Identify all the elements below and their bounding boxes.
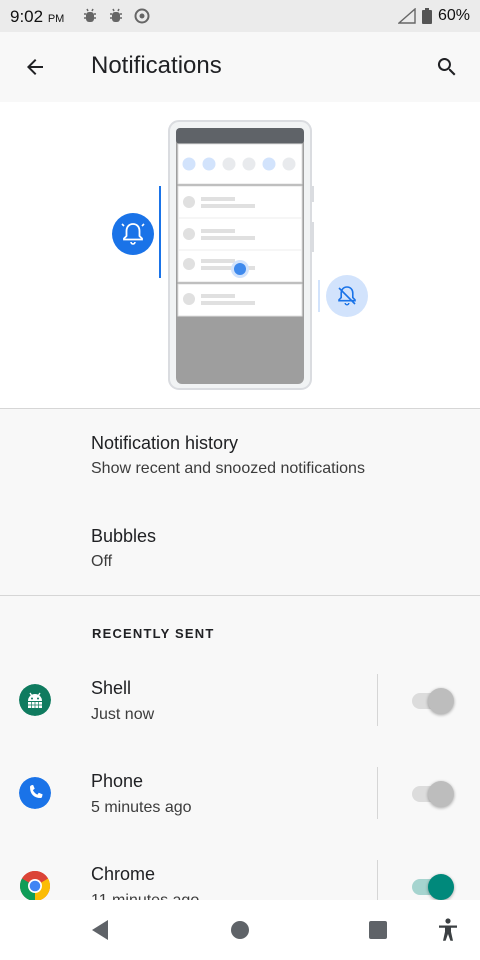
- battery-percent: 60%: [437, 7, 470, 24]
- phone-illustration: [112, 120, 368, 390]
- search-icon: [437, 58, 456, 76]
- phone-notification-toggle[interactable]: [410, 778, 456, 808]
- nav-back-button[interactable]: [86, 916, 114, 944]
- back-button[interactable]: [16, 48, 54, 86]
- bubbles-item[interactable]: Bubbles Off: [0, 503, 480, 595]
- nav-recents-icon: [369, 921, 387, 939]
- signal-icon: [397, 8, 416, 24]
- shell-notification-toggle[interactable]: [410, 685, 456, 715]
- nav-home-button[interactable]: [226, 916, 254, 944]
- bubbles-title: Bubbles: [91, 526, 157, 546]
- android-icon: [19, 684, 51, 716]
- app-bar: Notifications: [0, 32, 480, 102]
- debug-bug-icon: [110, 8, 122, 22]
- nav-home-icon: [231, 921, 249, 939]
- app-name: Shell: [91, 678, 132, 698]
- chrome-icon: [19, 870, 51, 901]
- bubbles-subtitle: Off: [91, 553, 113, 570]
- debug-bug-icon: [84, 8, 96, 22]
- toggle-thumb: [428, 874, 454, 900]
- page-title: Notifications: [91, 52, 222, 79]
- notification-history-subtitle: Show recent and snoozed notifications: [91, 460, 365, 477]
- status-bar: 9:02 PM 60%: [0, 0, 480, 32]
- app-time: 5 minutes ago: [91, 799, 192, 816]
- chrome-notification-toggle[interactable]: [410, 871, 456, 901]
- app-name: Phone: [91, 771, 144, 791]
- app-row-shell[interactable]: Shell Just now: [0, 654, 480, 746]
- status-time: 9:02 PM: [10, 7, 65, 26]
- accessibility-icon: [439, 918, 457, 941]
- phone-icon: [19, 777, 51, 809]
- app-row-phone[interactable]: Phone 5 minutes ago: [0, 747, 480, 839]
- nav-back-icon: [92, 920, 108, 940]
- app-time: Just now: [91, 706, 155, 723]
- nav-recents-button[interactable]: [364, 916, 392, 944]
- row-separator: [377, 767, 378, 819]
- chrome-status-icon: [134, 8, 150, 24]
- section-divider: [0, 595, 480, 596]
- recently-sent-header: RECENTLY SENT: [92, 626, 215, 641]
- toggle-thumb: [428, 688, 454, 714]
- search-button[interactable]: [428, 48, 466, 86]
- notifications-illustration: [0, 102, 480, 408]
- toggle-thumb: [428, 781, 454, 807]
- row-separator: [377, 674, 378, 726]
- battery-icon: [421, 8, 432, 24]
- app-name: Chrome: [91, 864, 156, 884]
- navigation-bar: [0, 900, 480, 960]
- notification-history-item[interactable]: Notification history Show recent and sno…: [0, 409, 480, 503]
- notification-history-title: Notification history: [91, 433, 239, 453]
- arrow-back-icon: [27, 59, 43, 75]
- accessibility-button[interactable]: [434, 916, 462, 944]
